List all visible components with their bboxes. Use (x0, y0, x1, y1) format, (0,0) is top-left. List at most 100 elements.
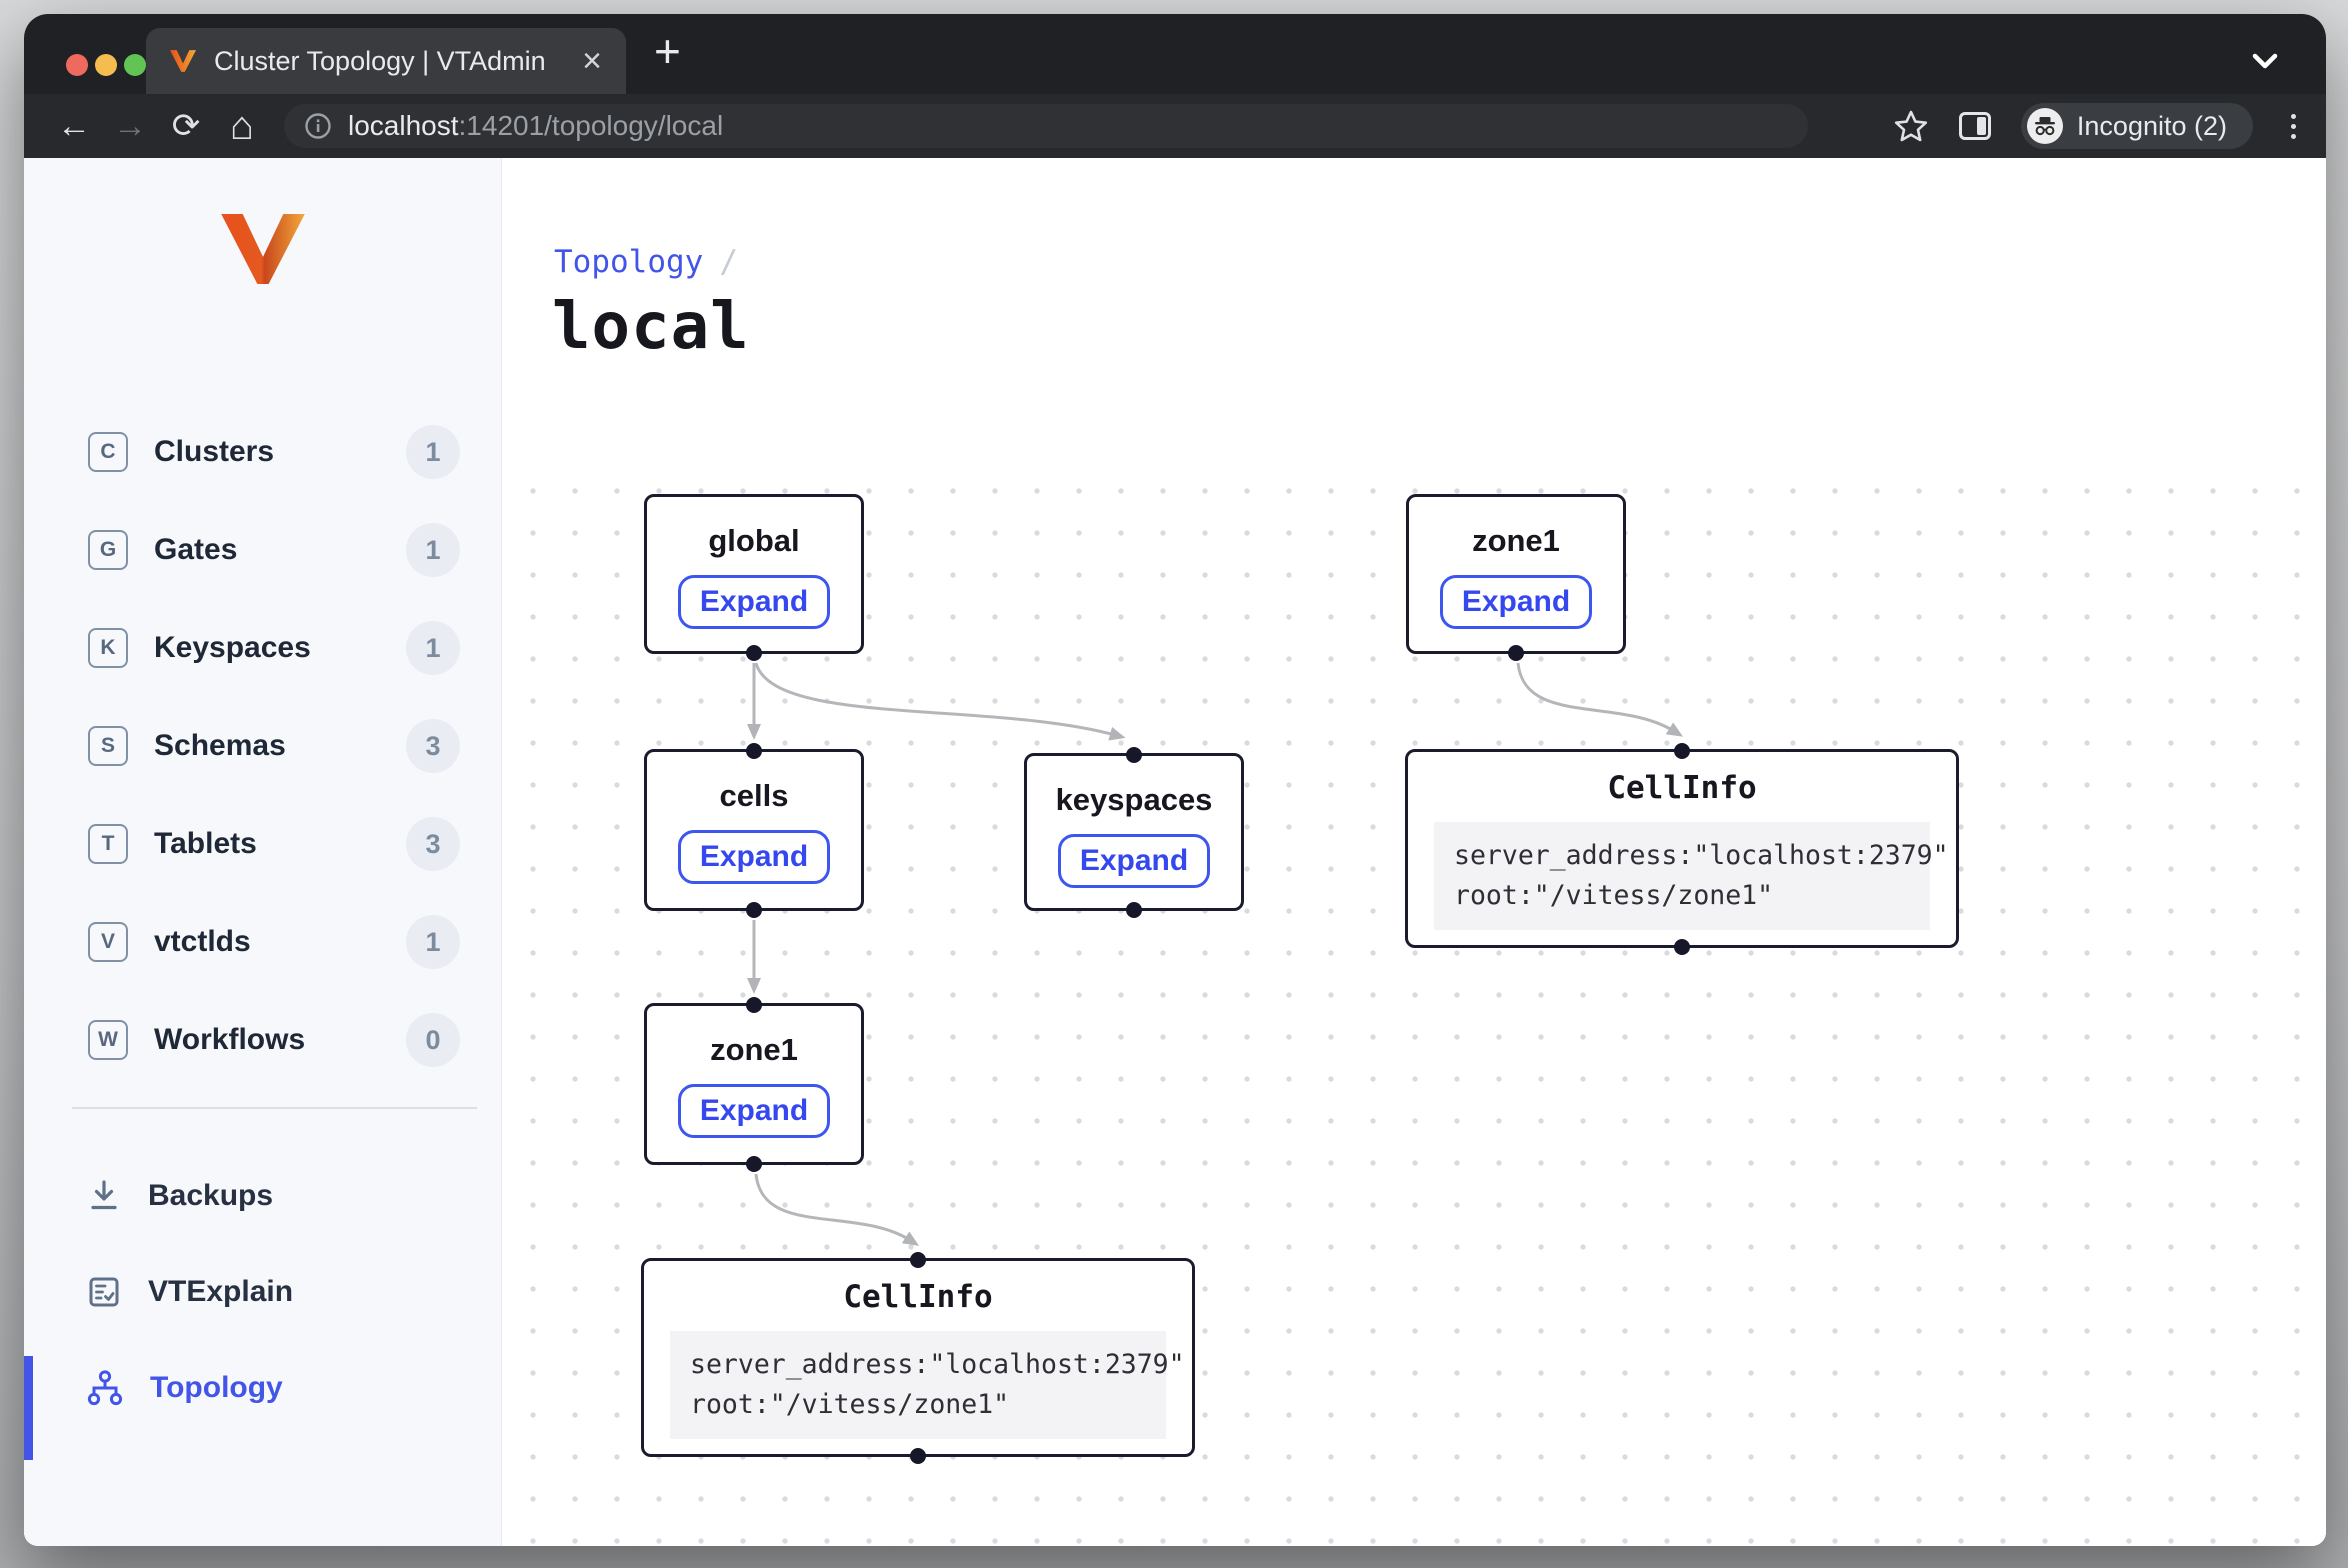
expand-button[interactable]: Expand (1058, 834, 1210, 888)
sidebar-item-workflows[interactable]: WWorkflows0 (24, 1009, 501, 1071)
incognito-badge[interactable]: Incognito (2) (2021, 103, 2253, 149)
sidebar-item-label: Clusters (154, 435, 274, 469)
incognito-avatar (2027, 108, 2063, 144)
bookmark-star-icon[interactable] (1893, 109, 1929, 143)
app-content: CClusters1GGates1KKeyspaces1SSchemas3TTa… (24, 158, 2326, 1546)
graph-node-keyspaces[interactable]: keyspaces Expand (1024, 753, 1244, 911)
node-title: CellInfo (644, 1279, 1192, 1315)
count-badge: 1 (406, 425, 460, 479)
node-port-bottom (1674, 939, 1690, 955)
cellinfo-code: server_address:"localhost:2379" root:"/v… (1434, 822, 1930, 930)
sidebar-item-schemas[interactable]: SSchemas3 (24, 715, 501, 777)
node-title: CellInfo (1408, 770, 1956, 806)
sidebar-item-vtctlds[interactable]: Vvtctlds1 (24, 911, 501, 973)
tablets-letter-icon: T (88, 824, 128, 864)
node-port-top (1674, 743, 1690, 759)
minimize-window-button[interactable] (95, 54, 117, 76)
node-port-bottom (1508, 645, 1524, 661)
url-text: localhost:14201/topology/local (348, 110, 723, 142)
sidebar-item-label: Workflows (154, 1023, 305, 1057)
incognito-label: Incognito (2) (2077, 111, 2227, 142)
forward-button[interactable]: → (102, 107, 158, 146)
sidebar-item-label: Schemas (154, 729, 286, 763)
node-port-top (746, 743, 762, 759)
expand-button[interactable]: Expand (678, 830, 830, 884)
node-port-top (910, 1252, 926, 1268)
tab-strip: Cluster Topology | VTAdmin × + (24, 14, 2326, 94)
graph-edge-zone1-top-to-cellinfo-right (1518, 663, 1674, 731)
sidebar-item-label: vtctlds (154, 925, 251, 959)
node-port-bottom (746, 902, 762, 918)
count-badge: 1 (406, 621, 460, 675)
sidebar-item-gates[interactable]: G Gates 1 (24, 519, 501, 581)
graph-node-cells[interactable]: cells Expand (644, 749, 864, 911)
sidebar-tools: Backups VTExplain Topology (24, 1165, 501, 1419)
sidebar-item-label: Gates (154, 533, 237, 567)
close-window-button[interactable] (66, 54, 88, 76)
toolbar-actions: Incognito (2) (1893, 103, 2304, 149)
tab-search-chevron-icon[interactable] (2250, 52, 2280, 72)
sidebar-item-label: VTExplain (148, 1275, 293, 1309)
vtctlds-letter-icon: V (88, 922, 128, 962)
node-title: global (647, 523, 861, 559)
incognito-icon (2033, 116, 2057, 136)
node-port-bottom (746, 645, 762, 661)
graph-node-zone1-lower[interactable]: zone1 Expand (644, 1003, 864, 1165)
url-host: localhost (348, 110, 459, 141)
vitess-logo-icon (220, 214, 306, 284)
main-panel: Topology/ local globalExpandzone1Expandc… (502, 158, 2326, 1546)
back-button[interactable]: ← (46, 107, 102, 146)
schemas-letter-icon: S (88, 726, 128, 766)
sidebar-item-backups[interactable]: Backups (24, 1165, 501, 1227)
node-port-bottom (746, 1156, 762, 1172)
count-badge: 1 (406, 523, 460, 577)
address-bar[interactable]: localhost:14201/topology/local (284, 104, 1808, 148)
browser-menu-icon[interactable] (2283, 110, 2304, 143)
sidebar-item-tablets[interactable]: TTablets3 (24, 813, 501, 875)
new-tab-button[interactable]: + (654, 24, 681, 78)
topology-graph[interactable]: globalExpandzone1ExpandcellsExpandkeyspa… (502, 158, 2326, 1546)
graph-node-cellinfo-right[interactable]: CellInfo server_address:"localhost:2379" … (1405, 749, 1959, 948)
sidebar-nav: CClusters1GGates1KKeyspaces1SSchemas3TTa… (24, 421, 501, 1071)
side-panel-icon[interactable] (1959, 112, 1991, 140)
graph-node-cellinfo-left[interactable]: CellInfoserver_address:"localhost:2379" … (641, 1258, 1195, 1457)
node-title: zone1 (1409, 523, 1623, 559)
graph-edge-zone1-lower-to-cellinfo-left (756, 1174, 910, 1240)
tab-close-icon[interactable]: × (582, 44, 602, 78)
sidebar-item-vtexplain[interactable]: VTExplain (24, 1261, 501, 1323)
zoom-window-button[interactable] (124, 54, 146, 76)
browser-window: Cluster Topology | VTAdmin × + ← → ⟳ ⌂ l… (24, 14, 2326, 1546)
sidebar-item-label: Topology (150, 1371, 283, 1405)
keyspaces-letter-icon: K (88, 628, 128, 668)
page-info-icon[interactable] (304, 112, 332, 140)
reload-button[interactable]: ⟳ (158, 106, 214, 146)
sidebar-item-keyspaces[interactable]: KKeyspaces1 (24, 617, 501, 679)
active-item-indicator (24, 1356, 33, 1460)
clusters-letter-icon: C (88, 432, 128, 472)
graph-node-zone1-top[interactable]: zone1 Expand (1406, 494, 1626, 654)
node-title: keyspaces (1027, 782, 1241, 818)
sidebar-item-label: Backups (148, 1179, 273, 1213)
node-title: cells (647, 778, 861, 814)
expand-button[interactable]: Expand (678, 1084, 830, 1138)
sidebar-item-topology[interactable]: Topology (24, 1357, 501, 1419)
node-title: zone1 (647, 1032, 861, 1068)
sidebar-item-label: Tablets (154, 827, 257, 861)
window-controls (66, 54, 146, 76)
home-button[interactable]: ⌂ (214, 104, 270, 149)
count-badge: 0 (406, 1013, 460, 1067)
expand-button[interactable]: Expand (678, 575, 830, 629)
backups-icon (86, 1178, 122, 1214)
node-port-top (746, 997, 762, 1013)
node-port-bottom (910, 1448, 926, 1464)
node-port-top (1126, 747, 1142, 763)
expand-button[interactable]: Expand (1440, 575, 1592, 629)
topology-icon (86, 1370, 124, 1406)
vitess-favicon-icon (170, 49, 196, 73)
gates-letter-icon: G (88, 530, 128, 570)
sidebar-item-clusters[interactable]: C Clusters 1 (24, 421, 501, 483)
graph-edge-global-to-keyspaces (756, 663, 1115, 735)
graph-node-global[interactable]: global Expand (644, 494, 864, 654)
sidebar-divider (72, 1107, 477, 1109)
browser-tab[interactable]: Cluster Topology | VTAdmin × (146, 28, 626, 94)
